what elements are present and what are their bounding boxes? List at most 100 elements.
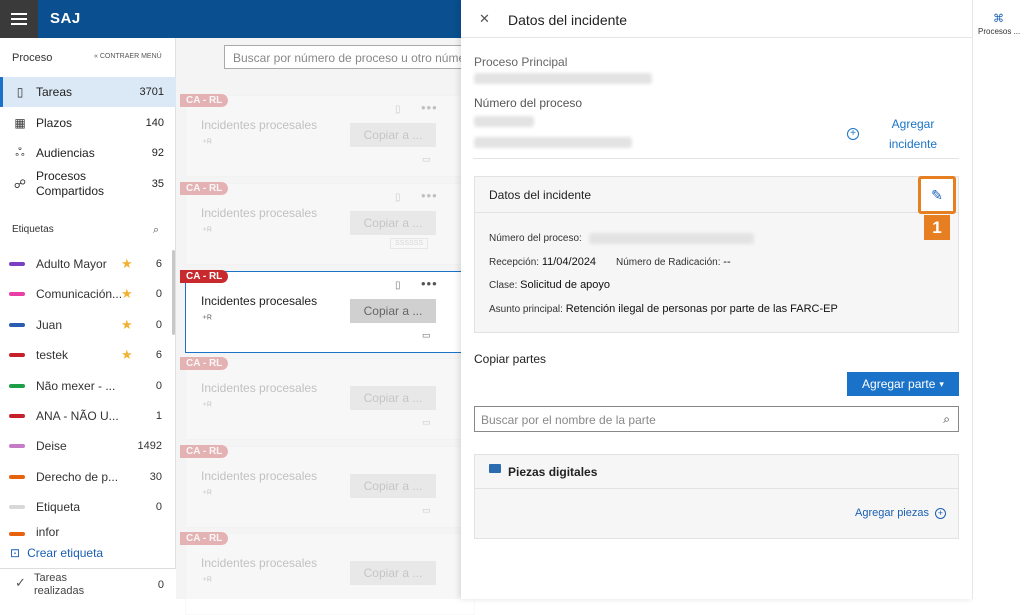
- plus-circle-icon: +: [935, 507, 946, 519]
- incident-box-title: Datos del incidente: [489, 188, 592, 202]
- check-icon: ✓: [15, 575, 26, 590]
- radicacion-row: Número de Radicación: --: [616, 256, 731, 268]
- right-rail: ⌘ Procesos ...: [973, 0, 1024, 599]
- menu-icon[interactable]: [0, 0, 38, 38]
- redacted-value: [589, 233, 754, 244]
- user-icon: ⁺ᴿ: [202, 401, 212, 412]
- tag-item[interactable]: Etiqueta 0: [0, 492, 176, 522]
- process-search-input[interactable]: Buscar por número de proceso u otro núme…: [224, 45, 484, 69]
- divider: [473, 158, 959, 159]
- user-icon: ⁺ᴿ: [202, 138, 212, 149]
- more-icon[interactable]: •••: [421, 276, 438, 291]
- search-icon[interactable]: ⌕: [153, 224, 159, 237]
- people-icon: ஃ: [15, 145, 25, 159]
- document-icon[interactable]: ▯: [395, 280, 401, 291]
- more-icon[interactable]: •••: [421, 188, 438, 203]
- pencil-icon: ✎: [931, 186, 943, 203]
- party-search-input[interactable]: Buscar por el nombre de la parte ⌕: [474, 406, 959, 432]
- add-pieces-button[interactable]: Agregar piezas +: [855, 507, 946, 519]
- app-brand: SAJ: [50, 10, 81, 27]
- copy-to-button[interactable]: Copiar a ...: [350, 299, 436, 323]
- monitor-icon[interactable]: ▭: [422, 154, 431, 165]
- edit-incident-button[interactable]: ✎: [918, 176, 956, 214]
- clase-row: Clase: Solicitud de apoyo: [489, 279, 611, 291]
- tags-heading: Etiquetas: [12, 224, 54, 235]
- sidebar: Proceso « CONTRAER MENÚ ▯ Tareas 3701 ▦ …: [0, 38, 176, 599]
- copy-to-button[interactable]: Copiar a ...: [350, 561, 436, 585]
- user-icon: ⁺ᴿ: [202, 489, 212, 500]
- proceso-principal-label: Proceso Principal: [474, 55, 568, 69]
- numero-proceso-label: Número del proceso: [474, 96, 583, 110]
- copiar-partes-label: Copiar partes: [474, 352, 547, 366]
- collapse-menu-button[interactable]: « CONTRAER MENÚ: [94, 53, 162, 60]
- tag-item[interactable]: Juan ★ 0: [0, 310, 176, 340]
- document-icon[interactable]: ▯: [395, 192, 401, 203]
- task-card[interactable]: CA - RL Incidentes procesales ⁺ᴿ Copiar …: [180, 357, 475, 440]
- task-card-selected[interactable]: CA - RL ▯ ••• Incidentes procesales ⁺ᴿ Co…: [180, 270, 475, 353]
- monitor-icon[interactable]: ▭: [422, 417, 431, 428]
- tag-item[interactable]: infor: [0, 524, 176, 538]
- tag-color: [9, 384, 25, 388]
- tag-color: [9, 323, 25, 327]
- tasks-done-item[interactable]: ✓ Tareas realizadas 0: [0, 568, 176, 599]
- task-card[interactable]: CA - RL ▯ ••• Incidentes procesales ⁺ᴿ Co…: [180, 182, 475, 265]
- create-tag-button[interactable]: ⊡ Crear etiqueta: [10, 546, 103, 560]
- task-card[interactable]: CA - RL Incidentes procesales ⁺ᴿ Copiar …: [180, 445, 475, 528]
- monitor-icon[interactable]: ▭: [422, 505, 431, 516]
- tag-item[interactable]: ANA - NÃO U... 1: [0, 401, 176, 431]
- close-icon[interactable]: ✕: [479, 11, 490, 27]
- panel-title: Datos del incidente: [508, 12, 628, 28]
- sidebar-item-tareas[interactable]: ▯ Tareas 3701: [0, 77, 176, 107]
- task-card[interactable]: CA - RL ▯ ••• Incidentes procesales ⁺ᴿ Co…: [180, 94, 475, 177]
- related-processes-label[interactable]: Procesos ...: [978, 27, 1020, 36]
- divider: [475, 212, 958, 213]
- more-icon[interactable]: •••: [421, 100, 438, 115]
- incident-data-box: Datos del incidente Número del proceso: …: [474, 176, 959, 333]
- shared-icon: ☍: [13, 177, 27, 191]
- tag-item[interactable]: Não mexer - ... 0: [0, 371, 176, 401]
- tag-color: [9, 505, 25, 509]
- tag-item[interactable]: Deise 1492: [0, 431, 176, 461]
- user-icon: ⁺ᴿ: [202, 314, 212, 325]
- sidebar-scrollbar[interactable]: [172, 250, 175, 335]
- tag-item[interactable]: testek ★ 6: [0, 340, 176, 370]
- copy-to-button[interactable]: Copiar a ...: [350, 474, 436, 498]
- sidebar-item-procesos-compartidos[interactable]: ☍ Procesos Compartidos 35: [0, 168, 176, 200]
- tag-color: [9, 532, 25, 536]
- star-icon[interactable]: ★: [121, 286, 133, 302]
- divider: [475, 488, 958, 489]
- add-incident-button[interactable]: + Agregar incidente: [847, 114, 939, 154]
- copy-to-button[interactable]: Copiar a ...: [350, 123, 436, 147]
- calendar-icon: ▦: [14, 116, 26, 130]
- sidebar-item-plazos[interactable]: ▦ Plazos 140: [0, 108, 176, 138]
- monitor-icon[interactable]: ▭: [422, 330, 431, 341]
- tag-item[interactable]: Comunicación... ★ 0: [0, 279, 176, 309]
- case-badge: CA - RL: [180, 357, 229, 370]
- step-number-badge: 1: [924, 215, 950, 240]
- redacted-value: [474, 73, 652, 84]
- star-icon[interactable]: ★: [121, 256, 133, 272]
- process-tree-icon[interactable]: ⌘: [993, 12, 1004, 25]
- document-icon[interactable]: ▯: [395, 104, 401, 115]
- star-icon[interactable]: ★: [121, 347, 133, 363]
- folder-icon: [489, 464, 501, 473]
- tag-item[interactable]: Adulto Mayor ★ 6: [0, 249, 176, 279]
- search-icon[interactable]: ⌕: [943, 412, 950, 427]
- tag-item[interactable]: Derecho de p... 30: [0, 462, 176, 492]
- tag-color: [9, 444, 25, 448]
- tag-color: [9, 353, 25, 357]
- incident-panel: ✕ Datos del incidente Proceso Principal …: [461, 0, 973, 599]
- copy-to-button[interactable]: Copiar a ...: [350, 386, 436, 410]
- monitor-chip[interactable]: SSSSSS: [390, 238, 429, 249]
- add-tag-icon: ⊡: [10, 546, 21, 560]
- star-icon[interactable]: ★: [121, 317, 133, 333]
- sidebar-item-audiencias[interactable]: ஃ Audiencias 92: [0, 138, 176, 168]
- tag-color: [9, 414, 25, 418]
- panel-header: ✕ Datos del incidente: [461, 0, 973, 38]
- add-party-button[interactable]: Agregar parte ▾: [847, 372, 959, 396]
- tag-color: [9, 475, 25, 479]
- case-badge: CA - RL: [180, 270, 229, 283]
- task-list: Buscar por número de proceso u otro núme…: [176, 38, 484, 615]
- copy-to-button[interactable]: Copiar a ...: [350, 211, 436, 235]
- task-card[interactable]: CA - RL Incidentes procesales ⁺ᴿ Copiar …: [180, 532, 475, 615]
